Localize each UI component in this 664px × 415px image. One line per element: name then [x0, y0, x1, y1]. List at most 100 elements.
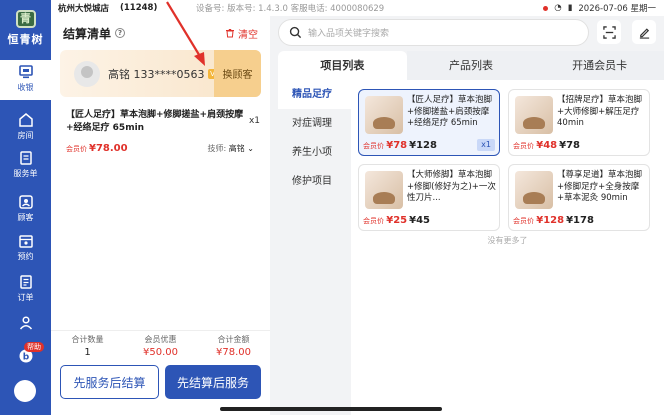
item-thumbnail: [515, 96, 553, 134]
cart-item[interactable]: 【匠人足疗】草本泡脚+修脚搓盐+肩颈按摩+经络足疗 65min x1 会员价 ¥7…: [51, 97, 270, 154]
scan-icon: [602, 25, 616, 39]
cashier-icon: [18, 64, 34, 80]
nav-item-customer[interactable]: 顾客: [0, 190, 51, 230]
category-premium-foot[interactable]: 精品足疗: [278, 80, 351, 109]
member-price-label: 会员价: [363, 142, 384, 150]
edit-button[interactable]: [632, 20, 656, 44]
store-name: 杭州大悦城店: [58, 4, 110, 14]
category-wellness[interactable]: 养生小项: [278, 138, 351, 167]
member-price: ¥25: [386, 215, 408, 226]
help-question-icon[interactable]: ?: [115, 28, 126, 38]
battery-icon: ▮: [567, 3, 573, 13]
item-tabs: 项目列表 产品列表 开通会员卡: [278, 51, 664, 80]
price-label: 会员价: [66, 145, 87, 153]
nav-item-booking[interactable]: 预约: [0, 229, 51, 269]
nav-label-room: 房间: [17, 131, 34, 140]
nav-label-service-order: 服务单: [13, 169, 38, 178]
category-repair[interactable]: 修护项目: [278, 167, 351, 196]
brand-mark: 青: [15, 10, 36, 28]
tab-open-member-card[interactable]: 开通会员卡: [535, 51, 664, 80]
item-price: 会员价 ¥48 ¥78: [513, 140, 580, 151]
member-price-label: 会员价: [513, 142, 534, 150]
item-card[interactable]: 【大师修脚】草本泡脚+修脚(修好为之)+一次性刀片... 会员价 ¥25 ¥45: [358, 164, 500, 231]
member-price: ¥78: [386, 140, 408, 151]
home-indicator[interactable]: [220, 407, 442, 411]
chevron-down-icon: ⌄: [247, 144, 254, 153]
cart-item-quantity: x1: [248, 116, 260, 126]
tab-product-list[interactable]: 产品列表: [406, 51, 536, 80]
nav-item-cashier[interactable]: 收银: [0, 60, 51, 100]
item-card[interactable]: 【尊享足道】草本泡脚+修脚足疗+全身按摩+草本泥灸 90min 会员价 ¥128…: [508, 164, 650, 231]
item-card[interactable]: 【匠人足疗】草本泡脚+修脚搓盐+肩颈按摩+经络足疗 65min 会员价 ¥78 ¥…: [358, 89, 500, 156]
technician-selector[interactable]: 技师: 高铭 ⌄: [208, 143, 255, 154]
pay-first-button[interactable]: 先结算后服务: [165, 365, 261, 399]
summary-quantity-label: 合计数量: [71, 335, 104, 344]
item-title: 【尊享足道】草本泡脚+修脚足疗+全身按摩+草本泥灸 90min: [557, 170, 643, 203]
regular-price: ¥78: [559, 140, 580, 151]
device-meta: 设备号: 版本号: 1.4.3.0 客服电话: 4000080629: [196, 4, 385, 14]
service-order-icon: [18, 150, 34, 166]
cart-item-meta: 会员价 ¥78.00 技师: 高铭 ⌄: [66, 143, 258, 154]
tab-project-list[interactable]: 项目列表: [278, 51, 407, 80]
clear-cart-label: 清空: [238, 29, 258, 41]
selected-quantity-badge: x1: [477, 139, 495, 151]
item-title: 【匠人足疗】草本泡脚+修脚搓盐+肩颈按摩+经络足疗 65min: [407, 95, 493, 128]
nav-item-room[interactable]: 房间: [0, 108, 51, 148]
category-list: 精品足疗 对症调理 养生小项 修护项目: [278, 80, 351, 415]
notification-dot-icon: [543, 5, 549, 11]
cart-actions: 先服务后结算 先结算后服务: [60, 365, 261, 399]
customer-icon: [18, 194, 34, 210]
order-icon: [18, 274, 34, 290]
nav-item-service-order[interactable]: 服务单: [0, 146, 51, 186]
serve-first-button[interactable]: 先服务后结算: [60, 365, 159, 399]
member-price: ¥128: [536, 215, 565, 226]
left-navigation-rail: 青 恒青树 收银 房间 服务单 顾客 预约 订单 b 帮助: [0, 0, 51, 415]
search-input[interactable]: 输入品项关键字搜索: [278, 19, 589, 46]
help-badge: 帮助: [24, 342, 44, 352]
item-title: 【大师修脚】草本泡脚+修脚(修好为之)+一次性刀片...: [407, 170, 496, 203]
brand-logo: 青 恒青树: [0, 10, 51, 47]
item-thumbnail: [515, 171, 553, 209]
checkout-list-panel: 结算清单 ? 清空 高铭 133****0563 V 换顾客 【匠人足疗】草本泡…: [51, 16, 270, 415]
nav-label-cashier: 收银: [17, 83, 34, 92]
search-placeholder: 输入品项关键字搜索: [308, 29, 390, 39]
brand-name: 恒青树: [7, 33, 44, 46]
status-right: ◔ ▮ 2026-07-06 星期一: [543, 2, 656, 14]
summary-total: 合计金额 ¥78.00: [197, 331, 270, 358]
svg-text:b: b: [22, 353, 29, 363]
scan-button[interactable]: [597, 20, 621, 44]
category-symptom-care[interactable]: 对症调理: [278, 109, 351, 138]
summary-discount-label: 会员优惠: [144, 335, 177, 344]
price-value: ¥78.00: [89, 143, 128, 154]
nav-label-customer: 顾客: [17, 213, 34, 222]
item-title: 【招牌足疗】草本泡脚+大师修脚+解压足疗 40min: [557, 95, 643, 128]
regular-price: ¥128: [409, 140, 437, 151]
store-avatar-icon[interactable]: [14, 380, 36, 402]
summary-quantity: 合计数量 1: [51, 331, 124, 358]
wifi-icon: ◔: [554, 3, 562, 13]
avatar: [74, 60, 100, 87]
nav-label-booking: 预约: [17, 252, 34, 261]
clear-cart-button[interactable]: 清空: [225, 26, 258, 41]
regular-price: ¥178: [566, 215, 594, 226]
summary-total-value: ¥78.00: [216, 347, 251, 358]
summary-quantity-value: 1: [84, 347, 91, 358]
member-price: ¥48: [536, 140, 558, 151]
cart-title-text: 结算清单: [63, 26, 112, 41]
nav-item-users[interactable]: [0, 311, 51, 339]
summary-discount: 会员优惠 ¥50.00: [124, 331, 197, 358]
item-price: 会员价 ¥25 ¥45: [363, 215, 430, 226]
nav-item-order[interactable]: 订单: [0, 270, 51, 310]
item-card[interactable]: 【招牌足疗】草本泡脚+大师修脚+解压足疗 40min 会员价 ¥48 ¥78: [508, 89, 650, 156]
cart-header: 结算清单 ? 清空: [51, 16, 270, 50]
item-price: 会员价 ¥128 ¥178: [513, 215, 594, 226]
switch-customer-button[interactable]: 换顾客: [214, 50, 261, 97]
users-icon: [18, 315, 34, 331]
member-card: 高铭 133****0563 V 换顾客: [60, 50, 261, 97]
member-price-label: 会员价: [513, 217, 534, 225]
item-thumbnail: [365, 171, 403, 209]
room-icon: [18, 112, 34, 128]
no-more-hint: 没有更多了: [487, 236, 528, 245]
search-icon: [289, 26, 302, 39]
item-price: 会员价 ¥78 ¥128: [363, 140, 437, 151]
